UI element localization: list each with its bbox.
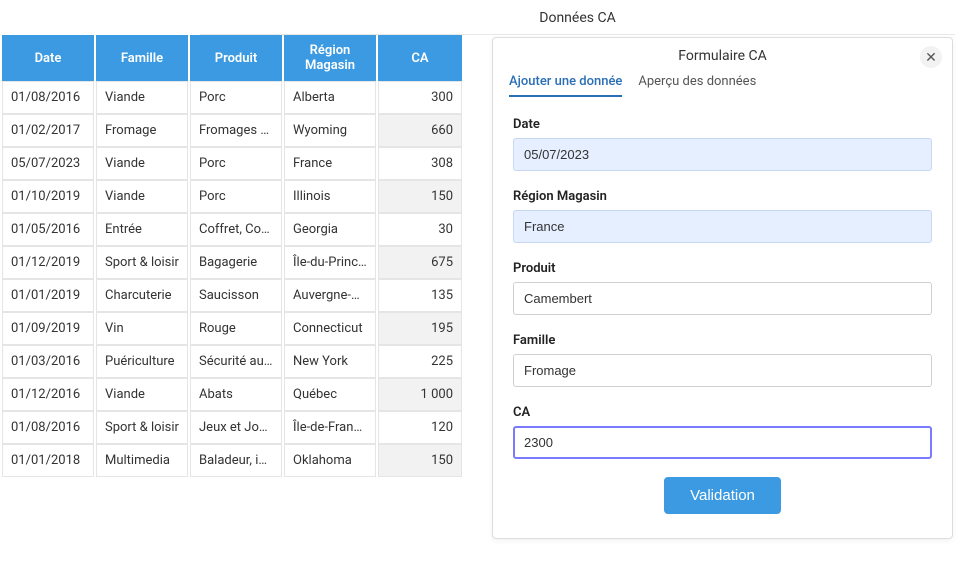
- region-field[interactable]: [513, 210, 932, 243]
- validation-button[interactable]: Validation: [664, 477, 781, 514]
- cell-region: Île-du-Prince...: [284, 246, 376, 279]
- cell-date: 01/02/2017: [2, 114, 94, 147]
- cell-date: 01/12/2019: [2, 246, 94, 279]
- ca-label: CA: [513, 405, 932, 420]
- col-header-produit[interactable]: Produit: [190, 35, 282, 81]
- cell-date: 01/08/2016: [2, 81, 94, 114]
- cell-ca: 135: [378, 279, 462, 312]
- cell-ca: 30: [378, 213, 462, 246]
- form-panel: Formulaire CA ✕ Ajouter une donnée Aperç…: [492, 37, 953, 539]
- cell-region: France: [284, 147, 376, 180]
- cell-ca: 150: [378, 444, 462, 477]
- cell-famille: Vin: [96, 312, 188, 345]
- cell-famille: Viande: [96, 180, 188, 213]
- table-row[interactable]: 01/02/2017FromageFromages de...Wyoming66…: [2, 114, 462, 147]
- produit-field[interactable]: [513, 282, 932, 315]
- table-header-row: Date Famille Produit Région Magasin CA: [2, 35, 462, 81]
- cell-ca: 225: [378, 345, 462, 378]
- tab-preview-data[interactable]: Aperçu des données: [638, 70, 756, 97]
- cell-date: 01/09/2019: [2, 312, 94, 345]
- table-row[interactable]: 01/05/2016EntréeCoffret, Corb...Georgia3…: [2, 213, 462, 246]
- cell-produit: Jeux et Jouet: [190, 411, 282, 444]
- cell-ca: 308: [378, 147, 462, 180]
- cell-produit: Baladeur, iPod: [190, 444, 282, 477]
- cell-date: 01/10/2019: [2, 180, 94, 213]
- close-icon: ✕: [925, 49, 937, 66]
- data-table: Date Famille Produit Région Magasin CA 0…: [0, 35, 464, 477]
- cell-famille: Viande: [96, 378, 188, 411]
- cell-famille: Charcuterie: [96, 279, 188, 312]
- cell-famille: Entrée: [96, 213, 188, 246]
- table-row[interactable]: 01/12/2016ViandeAbatsQuébec1 000: [2, 378, 462, 411]
- cell-famille: Puériculture: [96, 345, 188, 378]
- cell-region: New York: [284, 345, 376, 378]
- col-header-ca[interactable]: CA: [378, 35, 462, 81]
- cell-ca: 120: [378, 411, 462, 444]
- tab-add-data[interactable]: Ajouter une donnée: [509, 70, 622, 97]
- page-title: Données CA: [200, 0, 955, 35]
- date-field[interactable]: [513, 138, 932, 171]
- cell-produit: Porc: [190, 81, 282, 114]
- cell-region: Illinois: [284, 180, 376, 213]
- cell-region: Québec: [284, 378, 376, 411]
- cell-date: 01/05/2016: [2, 213, 94, 246]
- cell-date: 05/07/2023: [2, 147, 94, 180]
- table-row[interactable]: 01/01/2019CharcuterieSaucissonAuvergne-R…: [2, 279, 462, 312]
- cell-date: 01/12/2016: [2, 378, 94, 411]
- cell-famille: Sport & loisir: [96, 411, 188, 444]
- cell-famille: Viande: [96, 81, 188, 114]
- cell-region: Wyoming: [284, 114, 376, 147]
- produit-label: Produit: [513, 261, 932, 276]
- region-label: Région Magasin: [513, 189, 932, 204]
- ca-field[interactable]: [513, 426, 932, 459]
- cell-produit: Saucisson: [190, 279, 282, 312]
- cell-ca: 1 000: [378, 378, 462, 411]
- cell-produit: Rouge: [190, 312, 282, 345]
- date-label: Date: [513, 117, 932, 132]
- cell-produit: Porc: [190, 147, 282, 180]
- cell-date: 01/01/2019: [2, 279, 94, 312]
- table-row[interactable]: 01/03/2016PuéricultureSécurité autoNew Y…: [2, 345, 462, 378]
- cell-produit: Abats: [190, 378, 282, 411]
- cell-region: Oklahoma: [284, 444, 376, 477]
- cell-produit: Coffret, Corb...: [190, 213, 282, 246]
- table-row[interactable]: 01/08/2016Sport & loisirJeux et JouetÎle…: [2, 411, 462, 444]
- cell-produit: Fromages de...: [190, 114, 282, 147]
- cell-date: 01/08/2016: [2, 411, 94, 444]
- table-row[interactable]: 01/12/2019Sport & loisirBagagerieÎle-du-…: [2, 246, 462, 279]
- cell-famille: Sport & loisir: [96, 246, 188, 279]
- cell-ca: 300: [378, 81, 462, 114]
- table-row[interactable]: 01/08/2016ViandePorcAlberta300: [2, 81, 462, 114]
- col-header-region[interactable]: Région Magasin: [284, 35, 376, 81]
- table-row[interactable]: 01/09/2019VinRougeConnecticut195: [2, 312, 462, 345]
- cell-ca: 195: [378, 312, 462, 345]
- col-header-famille[interactable]: Famille: [96, 35, 188, 81]
- cell-region: Georgia: [284, 213, 376, 246]
- cell-date: 01/03/2016: [2, 345, 94, 378]
- close-button[interactable]: ✕: [920, 46, 942, 68]
- cell-famille: Multimedia: [96, 444, 188, 477]
- cell-region: Auvergne-Rh...: [284, 279, 376, 312]
- cell-ca: 660: [378, 114, 462, 147]
- cell-produit: Bagagerie: [190, 246, 282, 279]
- cell-region: Connecticut: [284, 312, 376, 345]
- table-row[interactable]: 01/10/2019ViandePorcIllinois150: [2, 180, 462, 213]
- cell-produit: Porc: [190, 180, 282, 213]
- cell-famille: Viande: [96, 147, 188, 180]
- famille-label: Famille: [513, 333, 932, 348]
- cell-ca: 675: [378, 246, 462, 279]
- cell-region: Île-de-France: [284, 411, 376, 444]
- cell-ca: 150: [378, 180, 462, 213]
- col-header-date[interactable]: Date: [2, 35, 94, 81]
- cell-famille: Fromage: [96, 114, 188, 147]
- famille-field[interactable]: [513, 354, 932, 387]
- panel-title: Formulaire CA: [678, 48, 767, 64]
- cell-date: 01/01/2018: [2, 444, 94, 477]
- table-row[interactable]: 05/07/2023ViandePorcFrance308: [2, 147, 462, 180]
- cell-produit: Sécurité auto: [190, 345, 282, 378]
- cell-region: Alberta: [284, 81, 376, 114]
- table-row[interactable]: 01/01/2018MultimediaBaladeur, iPodOklaho…: [2, 444, 462, 477]
